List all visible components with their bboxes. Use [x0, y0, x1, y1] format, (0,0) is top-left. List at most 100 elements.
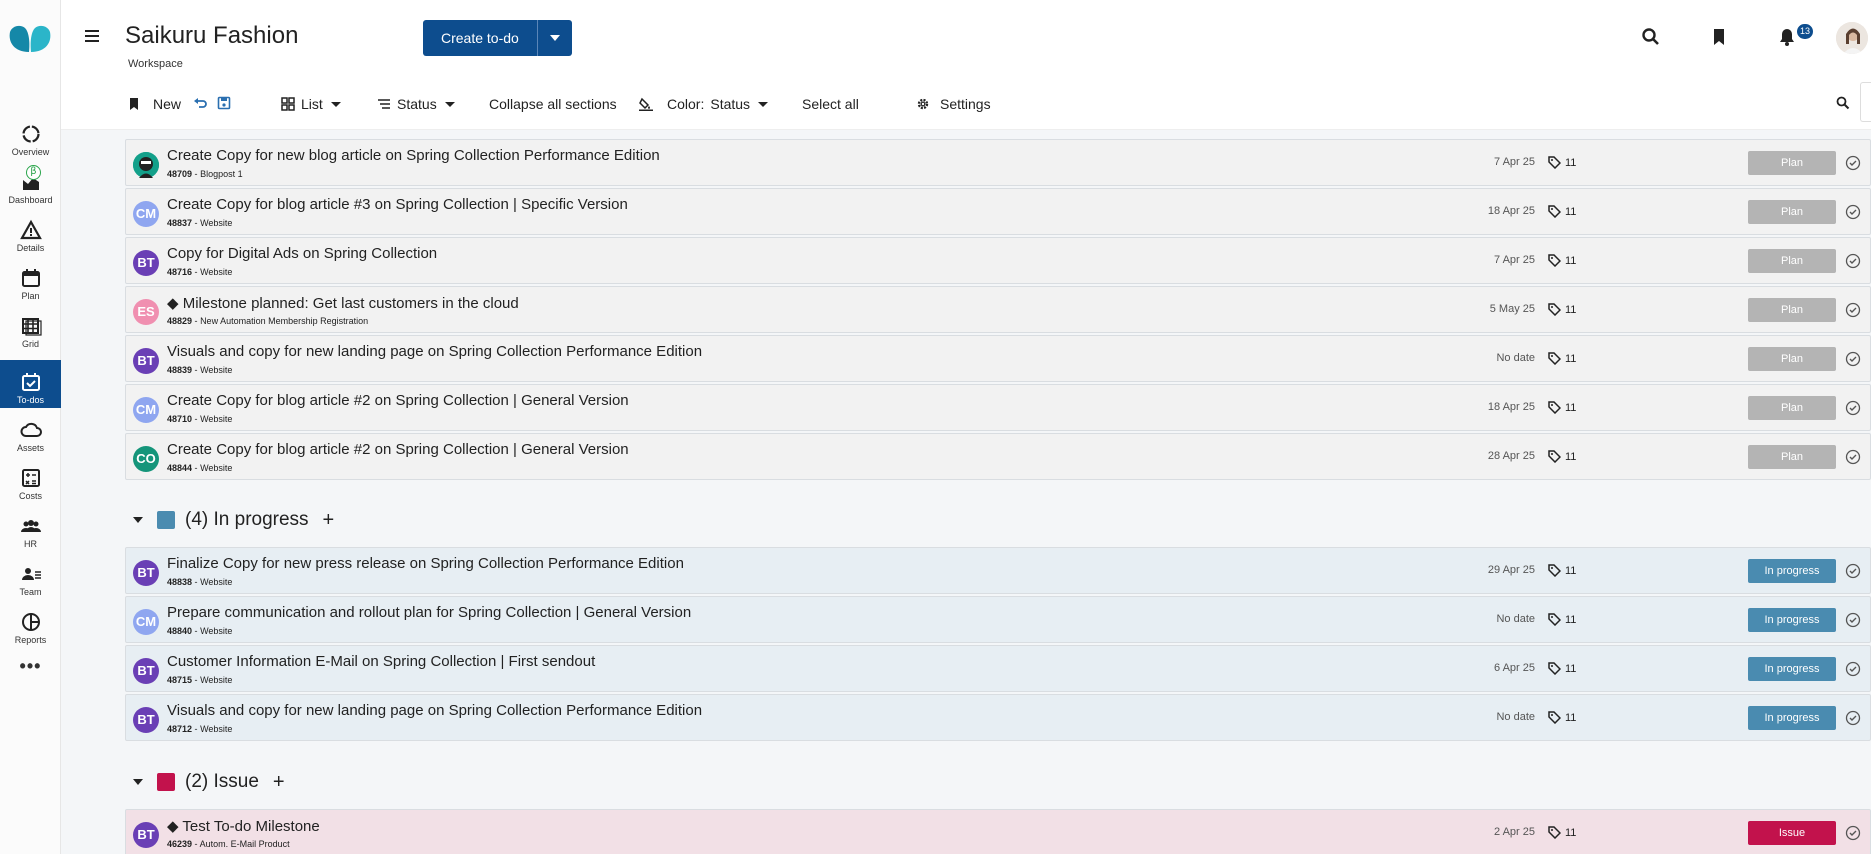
tag-count[interactable]: 11 [1548, 303, 1576, 316]
table-row[interactable]: CM Create Copy for blog article #2 on Sp… [125, 384, 1871, 431]
bookmark-icon[interactable] [1709, 27, 1729, 47]
toolbar-search-button[interactable] [1836, 96, 1850, 110]
todo-context[interactable]: Website [200, 724, 232, 734]
hamburger-menu-icon[interactable] [85, 30, 99, 42]
user-avatar[interactable] [1836, 22, 1868, 54]
tag-count[interactable]: 11 [1548, 450, 1576, 463]
todo-context[interactable]: Website [200, 463, 232, 473]
tag-count[interactable]: 11 [1548, 254, 1576, 267]
table-row[interactable]: BT ◆ Test To-do Milestone 46239 - Autom.… [125, 809, 1871, 854]
app-logo[interactable] [8, 24, 52, 54]
table-row[interactable]: BT Customer Information E-Mail on Spring… [125, 645, 1871, 692]
table-row[interactable]: BT Visuals and copy for new landing page… [125, 335, 1871, 382]
collapse-caret-icon[interactable] [133, 779, 143, 785]
table-row[interactable]: CO Create Copy for blog article #2 on Sp… [125, 433, 1871, 480]
color-by-dropdown[interactable]: Color: Status [639, 96, 769, 112]
bell-icon[interactable] [1777, 27, 1797, 47]
todo-title[interactable]: Create Copy for new blog article on Spri… [167, 147, 660, 164]
todo-context[interactable]: Website [200, 267, 232, 277]
todo-context[interactable]: New Automation Membership Registration [200, 316, 368, 326]
sidebar-item-overview[interactable]: Overview [0, 112, 61, 160]
table-row[interactable]: CM Prepare communication and rollout pla… [125, 596, 1871, 643]
check-circle-icon[interactable] [1845, 563, 1861, 579]
collapse-all-sections-button[interactable]: Collapse all sections [489, 96, 617, 112]
check-circle-icon[interactable] [1845, 710, 1861, 726]
table-row[interactable]: BT Visuals and copy for new landing page… [125, 694, 1871, 741]
sidebar-item-grid[interactable]: Grid [0, 304, 61, 352]
tag-count[interactable]: 11 [1548, 711, 1576, 724]
add-todo-button[interactable]: + [273, 771, 285, 794]
tag-count[interactable]: 11 [1548, 352, 1576, 365]
status-badge[interactable]: In progress [1748, 608, 1836, 632]
tag-count[interactable]: 11 [1548, 205, 1576, 218]
sidebar-item-team[interactable]: Team [0, 552, 61, 600]
collapse-caret-icon[interactable] [133, 517, 143, 523]
status-badge[interactable]: In progress [1748, 559, 1836, 583]
add-todo-button[interactable]: + [323, 509, 335, 532]
todo-context[interactable]: Website [200, 414, 232, 424]
todo-context[interactable]: Website [200, 675, 232, 685]
select-all-button[interactable]: Select all [802, 96, 859, 112]
table-row[interactable]: BT Finalize Copy for new press release o… [125, 547, 1871, 594]
create-todo-dropdown-button[interactable] [538, 20, 572, 56]
todo-title[interactable]: Visuals and copy for new landing page on… [167, 702, 702, 719]
sidebar-item-assets[interactable]: Assets [0, 408, 61, 456]
check-circle-icon[interactable] [1845, 351, 1861, 367]
tag-count[interactable]: 11 [1548, 662, 1576, 675]
create-todo-button[interactable]: Create to-do [423, 20, 538, 56]
tag-count[interactable]: 11 [1548, 564, 1576, 577]
todo-title[interactable]: ◆ Test To-do Milestone [167, 817, 320, 835]
tag-count[interactable]: 11 [1548, 401, 1576, 414]
more-menu-icon[interactable]: ••• [0, 656, 61, 677]
check-circle-icon[interactable] [1845, 155, 1861, 171]
view-type-dropdown[interactable]: List [281, 96, 341, 112]
table-row[interactable]: CM Create Copy for blog article #3 on Sp… [125, 188, 1871, 235]
check-circle-icon[interactable] [1845, 302, 1861, 318]
todo-context[interactable]: Website [200, 626, 232, 636]
save-view-button[interactable] [217, 96, 231, 110]
check-circle-icon[interactable] [1845, 449, 1861, 465]
table-row[interactable]: ES ◆ Milestone planned: Get last custome… [125, 286, 1871, 333]
check-circle-icon[interactable] [1845, 204, 1861, 220]
search-icon[interactable] [1641, 27, 1661, 47]
status-badge[interactable]: Plan [1748, 249, 1836, 273]
check-circle-icon[interactable] [1845, 825, 1861, 841]
todo-title[interactable]: ◆ Milestone planned: Get last customers … [167, 294, 519, 312]
todo-context[interactable]: Website [200, 365, 232, 375]
sidebar-item-todos[interactable]: To-dos [0, 360, 61, 408]
todo-context[interactable]: Website [200, 218, 232, 228]
sidebar-item-hr[interactable]: HR [0, 504, 61, 552]
status-badge[interactable]: Plan [1748, 151, 1836, 175]
tag-count[interactable]: 11 [1548, 613, 1576, 626]
todo-context[interactable]: Website [200, 577, 232, 587]
sidebar-item-plan[interactable]: Plan [0, 256, 61, 304]
sidebar-item-reports[interactable]: Reports [0, 600, 61, 648]
new-view-button[interactable]: New [127, 96, 181, 112]
check-circle-icon[interactable] [1845, 612, 1861, 628]
todo-title[interactable]: Prepare communication and rollout plan f… [167, 604, 691, 621]
sidebar-item-costs[interactable]: Costs [0, 456, 61, 504]
check-circle-icon[interactable] [1845, 661, 1861, 677]
todo-title[interactable]: Visuals and copy for new landing page on… [167, 343, 702, 360]
status-badge[interactable]: Plan [1748, 347, 1836, 371]
status-badge[interactable]: Issue [1748, 821, 1836, 845]
tag-count[interactable]: 11 [1548, 156, 1576, 169]
todo-title[interactable]: Copy for Digital Ads on Spring Collectio… [167, 245, 437, 262]
status-badge[interactable]: Plan [1748, 445, 1836, 469]
status-badge[interactable]: Plan [1748, 298, 1836, 322]
sidebar-item-details[interactable]: Details [0, 208, 61, 256]
group-by-dropdown[interactable]: Status [377, 96, 455, 112]
undo-button[interactable] [193, 96, 207, 110]
todo-context[interactable]: Blogpost 1 [200, 169, 243, 179]
check-circle-icon[interactable] [1845, 400, 1861, 416]
section-header-issue[interactable]: (2) Issue + [125, 767, 285, 797]
settings-button[interactable]: Settings [916, 96, 991, 112]
status-badge[interactable]: In progress [1748, 706, 1836, 730]
todo-title[interactable]: Customer Information E-Mail on Spring Co… [167, 653, 595, 670]
side-panel-handle[interactable] [1860, 82, 1871, 122]
todo-title[interactable]: Create Copy for blog article #2 on Sprin… [167, 441, 629, 458]
section-header-in-progress[interactable]: (4) In progress + [125, 505, 334, 535]
status-badge[interactable]: Plan [1748, 200, 1836, 224]
table-row[interactable]: BT Copy for Digital Ads on Spring Collec… [125, 237, 1871, 284]
todo-title[interactable]: Create Copy for blog article #2 on Sprin… [167, 392, 629, 409]
